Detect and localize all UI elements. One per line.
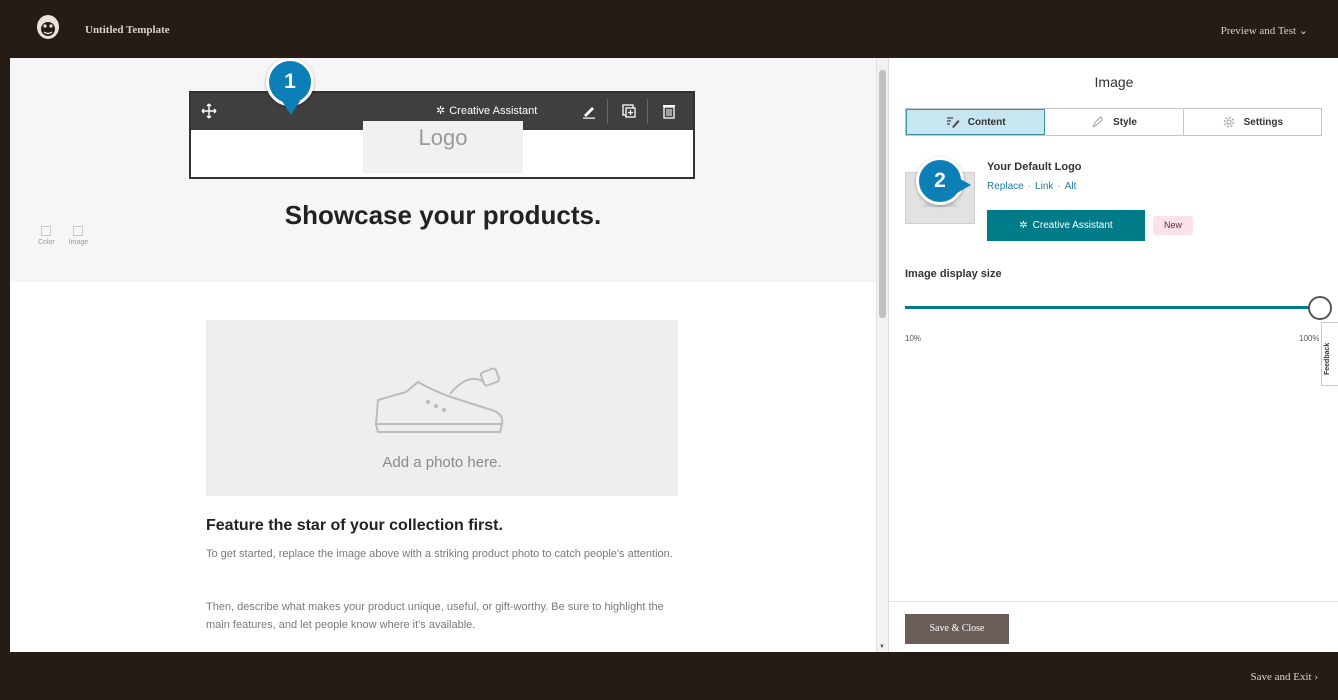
callout-1: 1 [266, 58, 314, 115]
feedback-tab[interactable]: Feedback [1321, 322, 1338, 386]
logo-block-selected[interactable]: ✲ Creative Assistant Logo [189, 91, 695, 179]
link-link[interactable]: Link [1035, 181, 1053, 192]
bg-color-label: Color [38, 239, 55, 246]
canvas-scrollbar[interactable]: ▼ [876, 58, 888, 652]
scrollbar-thumb[interactable] [879, 70, 886, 318]
pencil-icon[interactable] [581, 103, 597, 119]
top-bar: Untitled Template Preview and Test ⌄ [0, 0, 1338, 58]
headline-text[interactable]: Showcase your products. [10, 200, 876, 231]
toolbar-creative-assistant-label: Creative Assistant [449, 104, 538, 117]
tab-style-label: Style [1113, 116, 1137, 128]
toolbar-creative-assistant-button[interactable]: ✲ Creative Assistant [436, 104, 538, 118]
template-title[interactable]: Untitled Template [85, 24, 170, 36]
slider-min-label: 10% [905, 334, 922, 343]
toolbar-divider [647, 99, 648, 124]
image-settings-panel: Image Content Style Settings Your Defaul… [888, 58, 1338, 652]
edit-content-icon [946, 117, 960, 128]
save-close-button[interactable]: Save & Close [905, 614, 1009, 644]
callout-2: 2 [916, 157, 971, 205]
link-separator: · [1027, 181, 1032, 192]
move-icon[interactable] [201, 103, 217, 119]
duplicate-icon[interactable] [621, 103, 637, 119]
bg-image-label: Image [68, 239, 89, 246]
preview-and-test-button[interactable]: Preview and Test ⌄ [1221, 24, 1308, 37]
photo-placeholder-text: Add a photo here. [382, 454, 502, 471]
body-paragraph-2[interactable]: Then, describe what makes your product u… [206, 598, 678, 634]
slider-handle[interactable] [1308, 296, 1332, 320]
replace-link[interactable]: Replace [987, 181, 1024, 192]
save-and-exit-button[interactable]: Save and Exit › [1250, 671, 1318, 683]
link-separator: · [1057, 181, 1061, 192]
sparkle-icon: ✲ [436, 105, 446, 117]
scroll-down-arrow-icon[interactable]: ▼ [879, 644, 885, 650]
body-paragraph-1[interactable]: To get started, replace the image above … [206, 545, 678, 563]
photo-placeholder-block[interactable]: Add a photo here. [206, 320, 678, 496]
image-size-label: Image display size [905, 268, 1002, 280]
gear-icon [1223, 116, 1234, 128]
tab-content-label: Content [967, 116, 1006, 128]
tab-settings[interactable]: Settings [1183, 109, 1321, 135]
tab-style[interactable]: Style [1045, 109, 1184, 135]
panel-tabs: Content Style Settings [905, 108, 1322, 136]
tab-content[interactable]: Content [906, 109, 1046, 135]
feedback-label: Feedback [1324, 342, 1331, 375]
feature-heading[interactable]: Feature the star of your collection firs… [206, 517, 503, 535]
alt-link[interactable]: Alt [1065, 181, 1077, 192]
image-actions: Replace · Link · Alt [987, 181, 1076, 192]
new-badge: New [1153, 216, 1193, 235]
trash-icon[interactable] [661, 103, 677, 119]
email-canvas: Color Image ✲ Creative Assistant Logo Sh… [10, 58, 876, 652]
sparkle-icon: ✲ [1019, 220, 1028, 231]
header-section[interactable]: Color Image ✲ Creative Assistant Logo Sh… [10, 58, 876, 282]
slider-max-label: 100% [1299, 334, 1319, 343]
freddie-logo-icon[interactable] [36, 14, 60, 40]
panel-footer: Save & Close [889, 601, 1338, 652]
shoe-icon [374, 367, 504, 433]
bottom-bar: Save and Exit › [0, 652, 1338, 700]
image-size-slider[interactable] [905, 306, 1319, 309]
toolbar-divider [607, 99, 608, 124]
tab-settings-label: Settings [1243, 116, 1284, 128]
logo-placeholder: Logo [363, 121, 523, 173]
creative-assistant-label: Creative Assistant [1032, 220, 1113, 231]
style-icon [1092, 116, 1103, 128]
creative-assistant-button[interactable]: ✲ Creative Assistant [987, 210, 1145, 241]
image-name: Your Default Logo [987, 161, 1082, 173]
panel-title: Image [1094, 74, 1134, 90]
